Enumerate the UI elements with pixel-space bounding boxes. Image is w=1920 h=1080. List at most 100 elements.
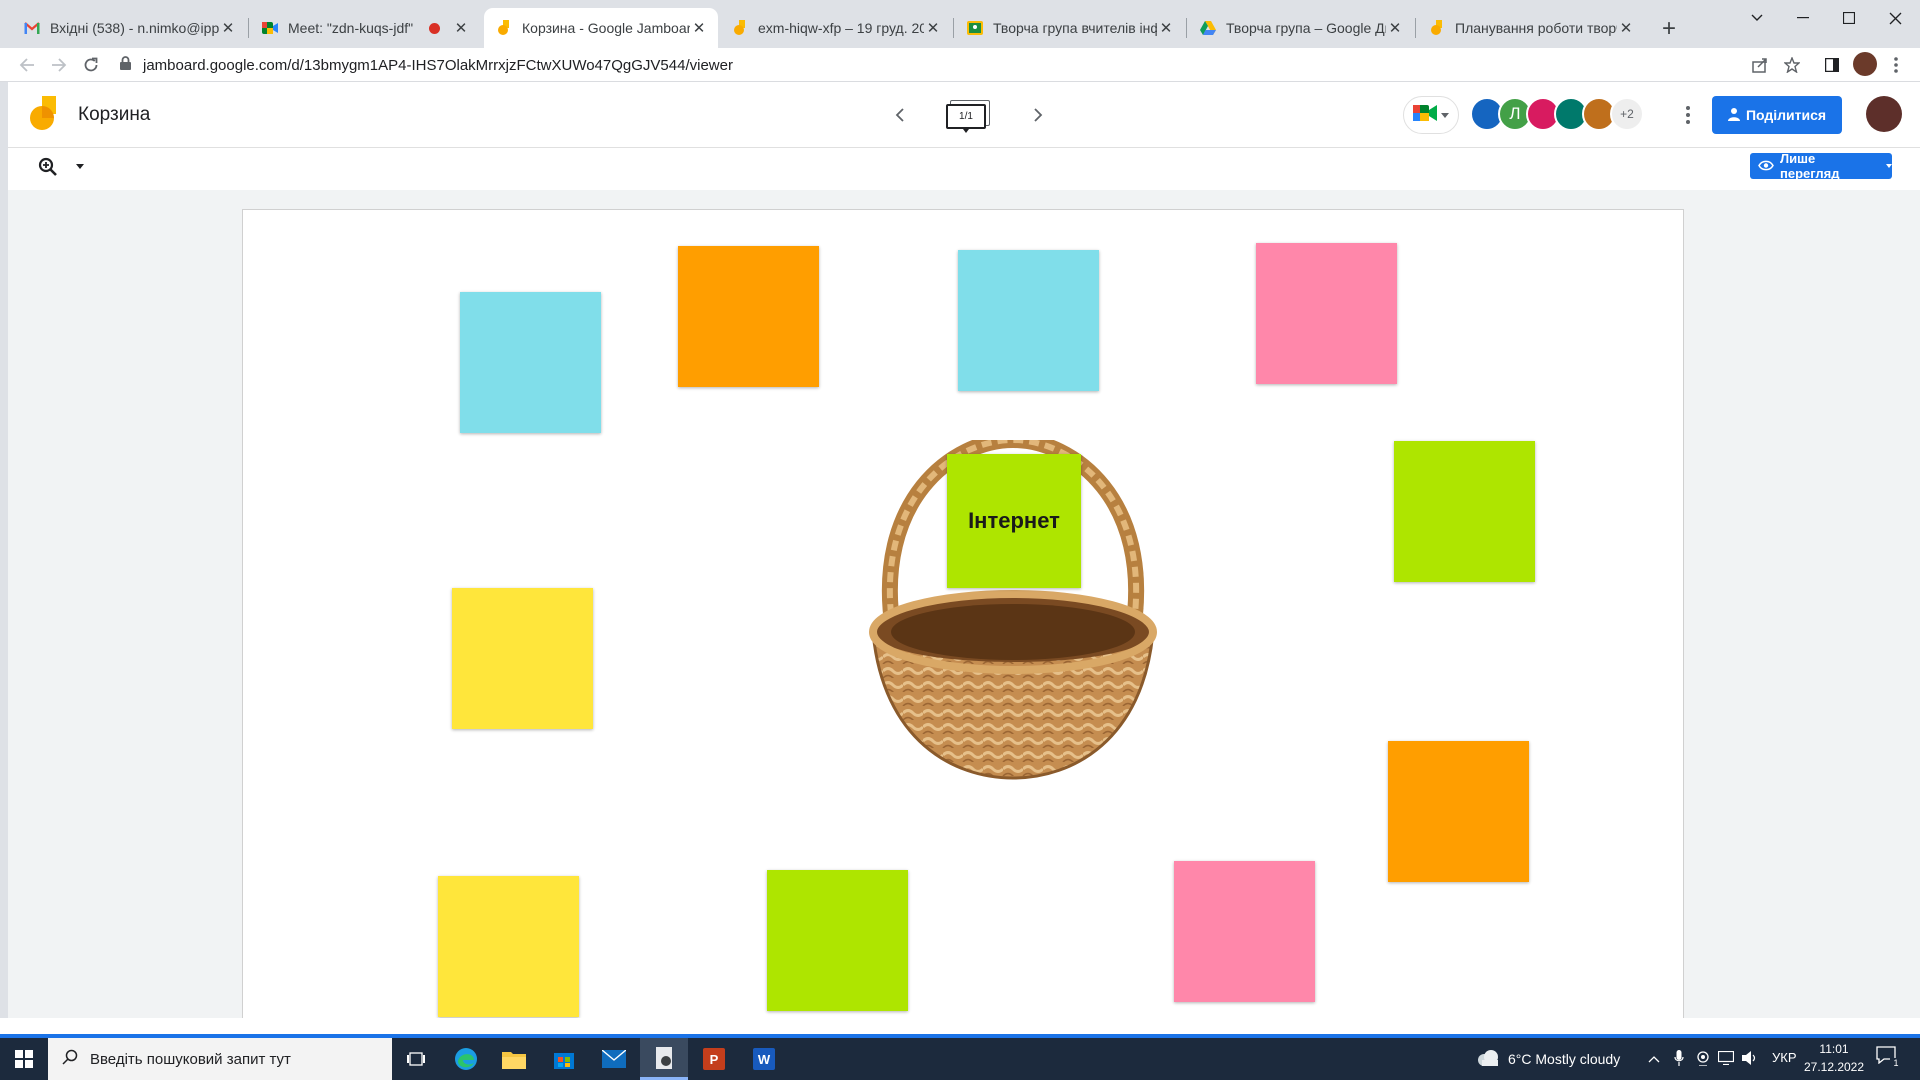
browser-toolbar: jamboard.google.com/d/13bmygm1AP4-IHS7Ol…	[0, 48, 1920, 82]
close-icon[interactable]: ✕	[452, 19, 470, 37]
close-icon[interactable]: ✕	[924, 19, 942, 37]
sticky-note[interactable]	[1388, 741, 1529, 882]
search-icon	[62, 1049, 78, 1069]
maximize-button[interactable]	[1826, 4, 1872, 32]
frame-bar[interactable]: 1/1	[946, 100, 992, 133]
profile-avatar[interactable]	[1853, 52, 1877, 76]
more-menu-icon[interactable]	[1882, 48, 1910, 82]
sticky-note[interactable]	[1394, 441, 1535, 582]
share-button[interactable]: Поділитися	[1712, 96, 1842, 134]
next-frame-button[interactable]	[1026, 103, 1050, 127]
microphone-icon[interactable]	[1674, 1050, 1684, 1071]
recording-icon	[429, 22, 440, 34]
meet-icon	[262, 20, 278, 36]
sticky-note[interactable]	[452, 588, 593, 729]
mail-icon[interactable]	[590, 1038, 638, 1080]
close-icon[interactable]: ✕	[1157, 19, 1175, 37]
time-text: 11:01	[1819, 1042, 1849, 1056]
date-text: 27.12.2022	[1803, 1060, 1865, 1074]
tab-title: Вхідні (538) - n.nimko@ippo.edu	[50, 20, 219, 36]
person-add-icon	[1727, 107, 1740, 124]
weather-text: 6°C Mostly cloudy	[1508, 1051, 1621, 1067]
close-icon[interactable]: ✕	[1386, 19, 1404, 37]
view-mode-dropdown[interactable]: Лише перегляд	[1750, 151, 1892, 181]
sticky-note[interactable]	[958, 250, 1099, 391]
new-tab-button[interactable]: +	[1656, 15, 1682, 42]
tab-classroom[interactable]: Творча група вчителів інформ ✕	[955, 8, 1185, 48]
windows-start-icon[interactable]	[0, 1038, 48, 1080]
back-button[interactable]	[13, 48, 41, 82]
sticky-note[interactable]: Інтернет	[947, 454, 1081, 588]
minimize-button[interactable]	[1780, 4, 1826, 32]
more-options-icon[interactable]	[1678, 104, 1698, 126]
eye-icon	[1758, 159, 1774, 174]
left-edge	[0, 82, 8, 1018]
language-indicator[interactable]: УКР	[1772, 1050, 1797, 1065]
tab-meet[interactable]: Meet: "zdn-kuqs-jdf" ✕	[250, 8, 480, 48]
close-icon[interactable]: ✕	[219, 19, 237, 37]
search-placeholder: Введіть пошуковий запит тут	[90, 1050, 291, 1068]
tab-google-drive[interactable]: Творча група – Google Диск ✕	[1188, 8, 1414, 48]
tab-jamboard-exm[interactable]: exm-hiqw-xfp – 19 груд. 2022 р. ✕	[720, 8, 952, 48]
share-label: Поділитися	[1745, 107, 1827, 123]
file-explorer-icon[interactable]	[490, 1038, 538, 1080]
task-view-icon[interactable]	[392, 1038, 440, 1080]
tab-search-button[interactable]	[1734, 4, 1780, 32]
more-participants-count: +2	[1610, 97, 1644, 131]
tab-gmail[interactable]: Вхідні (538) - n.nimko@ippo.edu ✕	[12, 8, 247, 48]
weather-widget[interactable]: 6°C Mostly cloudy	[1476, 1038, 1620, 1080]
close-window-button[interactable]	[1872, 4, 1918, 32]
chevron-down-icon	[1441, 112, 1449, 118]
account-avatar[interactable]	[1866, 96, 1902, 132]
address-bar[interactable]: jamboard.google.com/d/13bmygm1AP4-IHS7Ol…	[120, 50, 1760, 80]
meet-join-button[interactable]	[1403, 96, 1459, 134]
board-title[interactable]: Корзина	[78, 104, 150, 126]
zoom-dropdown-icon[interactable]	[76, 164, 84, 169]
jam-board[interactable]: Інтернет	[242, 209, 1684, 1021]
participants-group[interactable]: Л +2	[1470, 97, 1652, 133]
word-icon[interactable]: W	[740, 1038, 788, 1080]
notification-center-button[interactable]: 1	[1876, 1046, 1904, 1072]
sticky-note[interactable]	[460, 292, 601, 433]
tab-title: Meet: "zdn-kuqs-jdf"	[288, 20, 414, 36]
frame-indicator: 1/1	[946, 104, 986, 129]
sticky-note[interactable]	[1256, 243, 1397, 384]
active-app-icon[interactable]	[640, 1038, 688, 1080]
tab-jamboard-planning[interactable]: Планування роботи творчої гр ✕	[1417, 8, 1645, 48]
forward-button[interactable]	[45, 48, 73, 82]
edge-icon[interactable]	[442, 1038, 490, 1080]
clock[interactable]: 11:01 27.12.2022	[1800, 1040, 1868, 1078]
sticky-note[interactable]	[1174, 861, 1315, 1002]
side-panel-icon[interactable]	[1818, 48, 1846, 82]
tab-title: Корзина - Google Jamboard	[522, 20, 690, 36]
taskbar-search-box[interactable]: Введіть пошуковий запит тут	[48, 1038, 392, 1080]
sticky-note[interactable]	[678, 246, 819, 387]
chevron-up-icon[interactable]	[1648, 1050, 1660, 1068]
powerpoint-icon[interactable]: P	[690, 1038, 738, 1080]
notification-count: 1	[1890, 1058, 1902, 1070]
jamboard-icon	[496, 20, 512, 36]
view-mode-label: Лише перегляд	[1780, 151, 1840, 181]
jamboard-header: Корзина 1/1 Л +2 Поділитися	[8, 82, 1920, 148]
sticky-note[interactable]	[767, 870, 908, 1011]
jamboard-logo[interactable]	[28, 96, 58, 137]
jamboard-icon	[732, 20, 748, 36]
close-icon[interactable]: ✕	[1617, 19, 1635, 37]
svg-text:W: W	[758, 1052, 771, 1067]
meet-icon	[1413, 103, 1437, 128]
share-page-icon[interactable]	[1746, 48, 1774, 82]
tab-title: Творча група – Google Диск	[1226, 20, 1386, 36]
volume-icon[interactable]	[1742, 1050, 1758, 1071]
sticky-note[interactable]	[438, 876, 579, 1017]
camera-icon[interactable]	[1696, 1050, 1710, 1071]
zoom-in-icon[interactable]	[38, 157, 58, 182]
store-icon[interactable]	[540, 1038, 588, 1080]
svg-text:P: P	[710, 1052, 719, 1067]
reload-button[interactable]	[77, 48, 105, 82]
classroom-icon	[967, 20, 983, 36]
close-icon[interactable]: ✕	[690, 19, 708, 37]
previous-frame-button[interactable]	[888, 103, 912, 127]
network-icon[interactable]	[1717, 1050, 1735, 1070]
bookmark-star-icon[interactable]	[1778, 48, 1806, 82]
tab-jamboard-korzyna[interactable]: Корзина - Google Jamboard ✕	[484, 8, 718, 48]
